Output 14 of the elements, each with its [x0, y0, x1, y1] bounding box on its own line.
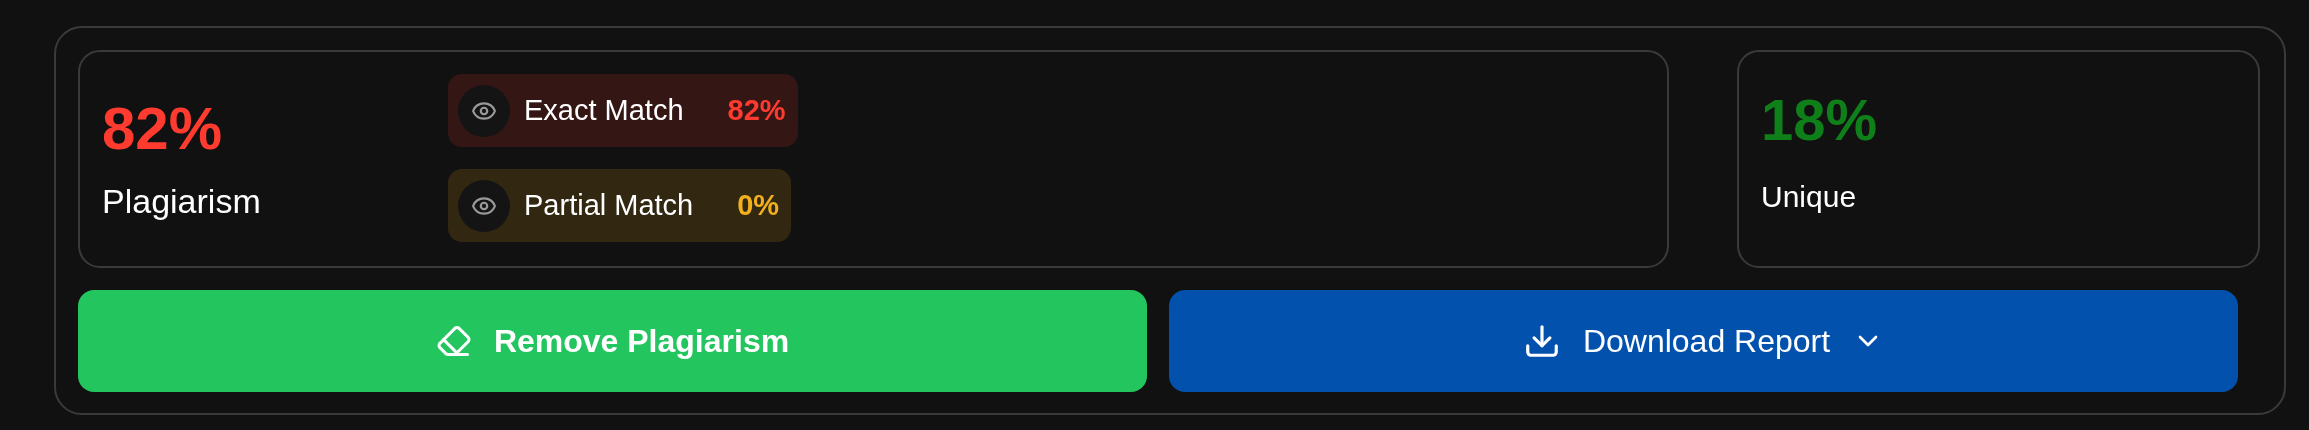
eye-icon[interactable]	[458, 84, 510, 137]
match-pill[interactable]: Partial Match 0%	[448, 169, 792, 242]
match-pill[interactable]: Exact Match 82%	[448, 74, 798, 147]
match-percent: 0%	[737, 187, 780, 223]
match-label: Exact Match	[524, 92, 684, 128]
plagiarism-percent: 82%	[102, 94, 224, 164]
match-label: Partial Match	[524, 187, 694, 223]
eye-icon[interactable]	[458, 179, 510, 232]
download-report-button[interactable]: Download Report	[1169, 290, 2238, 392]
unique-label: Unique	[1761, 179, 1858, 215]
eraser-icon	[435, 323, 472, 359]
match-percent: 82%	[727, 92, 786, 128]
plagiarism-label: Plagiarism	[102, 181, 262, 222]
unique-percent: 18%	[1761, 86, 1879, 154]
